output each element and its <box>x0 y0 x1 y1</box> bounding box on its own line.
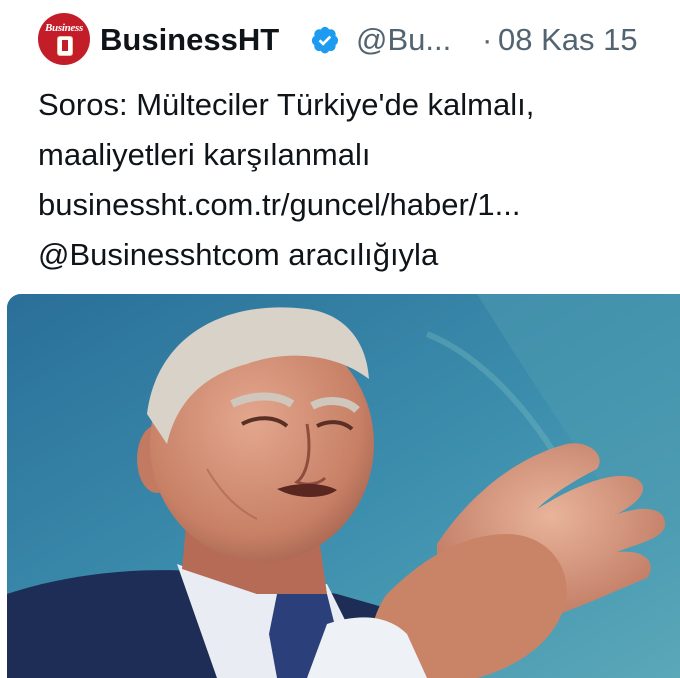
separator-dot: · <box>482 22 493 57</box>
photo-illustration <box>7 294 680 678</box>
tweet-header: Business BusinessHT @Bu... · 08 Kas 15 <box>38 13 678 67</box>
avatar-seal-icon <box>57 36 73 56</box>
author-name[interactable]: BusinessHT <box>100 22 279 58</box>
tweet-text-line: maaliyetleri karşılanmalı <box>38 137 371 172</box>
author-handle[interactable]: @Bu... <box>356 22 451 58</box>
tweet-text-line: Soros: Mülteciler Türkiye'de kalmalı, <box>38 87 535 122</box>
tweet-media-photo[interactable] <box>7 294 680 678</box>
avatar[interactable]: Business <box>38 13 90 65</box>
tweet-link[interactable]: businessht.com.tr/guncel/haber/1... <box>38 180 668 230</box>
tweet-text: Soros: Mülteciler Türkiye'de kalmalı, ma… <box>38 80 668 280</box>
tweet-text-line: @Businesshtcom aracılığıyla <box>38 237 439 272</box>
verified-badge-icon <box>311 26 339 54</box>
tweet-date[interactable]: 08 Kas 15 <box>498 22 638 58</box>
avatar-brand-text: Business <box>45 22 83 34</box>
tweet-card[interactable]: Business BusinessHT @Bu... · 08 Kas 15 S… <box>0 0 680 678</box>
